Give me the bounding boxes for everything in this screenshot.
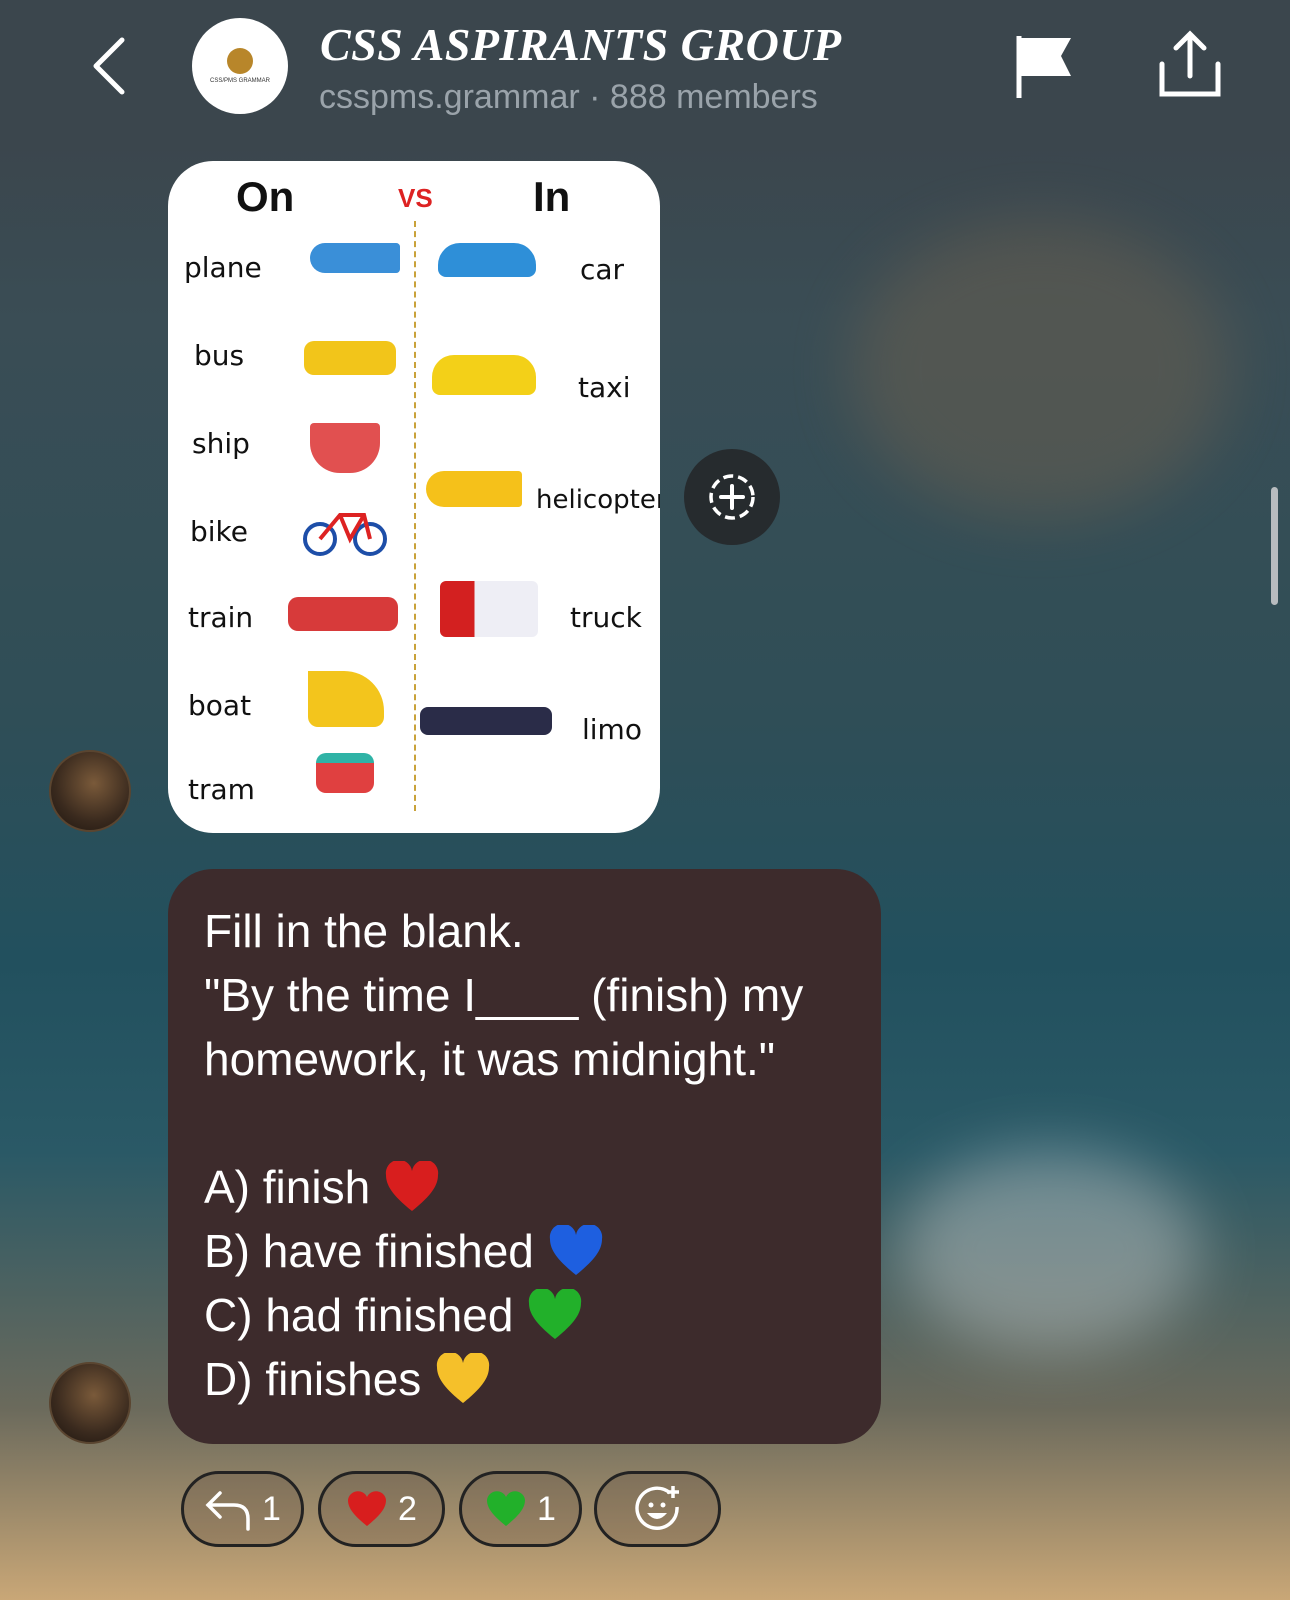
message-line: homework, it was midnight." (204, 1033, 776, 1085)
group-subtitle: csspms.grammar · 888 members (319, 78, 818, 117)
share-icon[interactable] (1158, 30, 1222, 100)
yellow-heart-icon (437, 1353, 490, 1403)
group-avatar[interactable]: CSS/PMS GRAMMAR (192, 18, 288, 114)
in-heading: In (533, 173, 571, 220)
logo-mark (227, 48, 253, 74)
word-bike: bike (190, 515, 248, 548)
word-ship: ship (192, 427, 250, 460)
green-heart-icon (529, 1289, 582, 1339)
word-bus: bus (194, 339, 245, 372)
save-media-button[interactable] (684, 449, 780, 545)
sender-avatar[interactable] (49, 1362, 131, 1444)
word-taxi: taxi (578, 371, 631, 404)
option-b: B) have finished (204, 1219, 845, 1283)
green-heart-icon (487, 1491, 526, 1526)
word-limo: limo (582, 713, 642, 746)
word-helicopter: helicopter (536, 485, 660, 515)
add-reaction-button[interactable] (594, 1471, 721, 1547)
plane-icon (310, 243, 400, 273)
group-title[interactable]: CSS ASPIRANTS GROUP (320, 18, 842, 71)
boat-icon (308, 671, 384, 727)
option-text: B) have finished (204, 1225, 534, 1277)
option-c: C) had finished (204, 1283, 845, 1347)
bike-icon (303, 513, 387, 556)
word-plane: plane (184, 251, 262, 284)
train-icon (288, 597, 398, 631)
word-truck: truck (570, 601, 642, 634)
sender-avatar[interactable] (49, 750, 131, 832)
option-a: A) finish (204, 1155, 845, 1219)
car-icon (438, 243, 536, 277)
on-heading: On (236, 173, 295, 220)
option-text: D) finishes (204, 1353, 422, 1405)
message-bubble[interactable]: Fill in the blank. "By the time I____ (f… (168, 869, 881, 1444)
reaction-count: 2 (398, 1489, 417, 1528)
limo-icon (420, 707, 552, 735)
member-count: · 888 members (589, 78, 818, 116)
option-d: D) finishes (204, 1347, 845, 1411)
red-heart-reaction[interactable]: 2 (318, 1471, 445, 1547)
helicopter-icon (426, 471, 522, 507)
option-text: C) had finished (204, 1289, 514, 1341)
word-car: car (580, 253, 625, 286)
back-icon[interactable] (88, 36, 128, 96)
tram-icon (316, 753, 374, 793)
vs-label: VS (398, 183, 433, 213)
message-line: "By the time I____ (finish) my (204, 969, 804, 1021)
group-handle: csspms.grammar (319, 78, 580, 116)
ship-icon (310, 423, 380, 473)
truck-icon (440, 581, 538, 637)
flag-icon[interactable] (1015, 34, 1075, 100)
taxi-icon (432, 355, 536, 395)
message-line: Fill in the blank. (204, 905, 524, 957)
green-heart-reaction[interactable]: 1 (459, 1471, 582, 1547)
add-reaction-icon (634, 1486, 679, 1530)
word-train: train (188, 601, 254, 634)
reaction-count: 1 (537, 1489, 556, 1528)
reply-count: 1 (262, 1489, 281, 1528)
logo-text: CSS/PMS GRAMMAR (209, 78, 270, 84)
reply-count-button[interactable]: 1 (181, 1471, 304, 1547)
red-heart-icon (348, 1491, 387, 1526)
scrollbar[interactable] (1271, 487, 1278, 605)
bus-icon (304, 341, 396, 375)
word-boat: boat (188, 689, 252, 722)
reply-icon (205, 1491, 250, 1531)
add-circle-icon (709, 474, 755, 520)
divider (414, 221, 416, 811)
on-vs-in-image[interactable]: On VS In plane bus ship bike train boat … (168, 161, 660, 833)
blue-heart-icon (549, 1225, 602, 1275)
chat-header: CSS/PMS GRAMMAR CSS ASPIRANTS GROUP cssp… (0, 0, 1290, 140)
red-heart-icon (386, 1161, 439, 1211)
word-tram: tram (188, 773, 255, 806)
option-text: A) finish (204, 1161, 371, 1213)
